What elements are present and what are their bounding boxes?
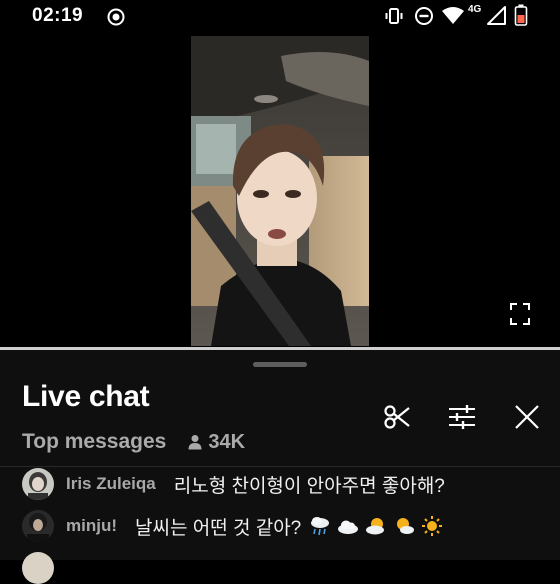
status-bar: 02:19 4G	[0, 0, 560, 32]
sun-icon	[422, 516, 443, 536]
sun-behind-small-cloud-icon	[397, 518, 415, 534]
screen-record-icon	[107, 8, 125, 26]
viewers-icon	[188, 435, 202, 450]
close-icon[interactable]	[512, 402, 542, 432]
video-frame[interactable]	[191, 36, 369, 346]
fullscreen-icon[interactable]	[508, 301, 532, 327]
sun-behind-cloud-icon	[366, 518, 385, 535]
message-text: 날씨는 어떤 것 같아?	[135, 517, 302, 539]
battery-low-icon	[514, 4, 528, 26]
message-author[interactable]: minju!	[66, 516, 117, 536]
avatar[interactable]	[22, 468, 54, 500]
scissors-icon[interactable]	[382, 402, 412, 432]
message-author[interactable]: Iris Zuleiqa	[66, 474, 156, 494]
vibrate-icon	[385, 8, 403, 24]
chat-message[interactable]: Iris Zuleiqa 리노형 찬이형이 안아주면 좋아해?	[22, 468, 445, 500]
chat-title: Live chat	[22, 380, 150, 413]
chat-message[interactable]: minju! 날씨는 어떤 것 같아?	[22, 510, 443, 542]
do-not-disturb-icon	[415, 7, 433, 25]
avatar[interactable]	[22, 552, 54, 584]
video-still-image	[191, 36, 369, 346]
drag-handle[interactable]	[253, 362, 307, 367]
avatar[interactable]	[22, 510, 54, 542]
network-type: 4G	[468, 4, 482, 15]
viewer-count: 34K	[208, 430, 246, 453]
filter-label: Top messages	[22, 430, 167, 453]
wifi-icon	[442, 7, 464, 24]
message-text: 리노형 찬이형이 안아주면 좋아해?	[173, 475, 445, 497]
emoji-row	[309, 515, 443, 537]
divider	[0, 466, 560, 467]
chat-filter-dropdown[interactable]: Top messages 34K	[22, 429, 245, 455]
live-chat-panel: Live chat Top messages 34K Iris Zuleiqa …	[0, 350, 560, 584]
signal-icon	[487, 6, 506, 25]
status-time: 02:19	[32, 5, 84, 26]
cloud-rain-icon	[311, 517, 330, 536]
tune-icon[interactable]	[447, 402, 477, 432]
cloud-icon	[338, 520, 359, 534]
